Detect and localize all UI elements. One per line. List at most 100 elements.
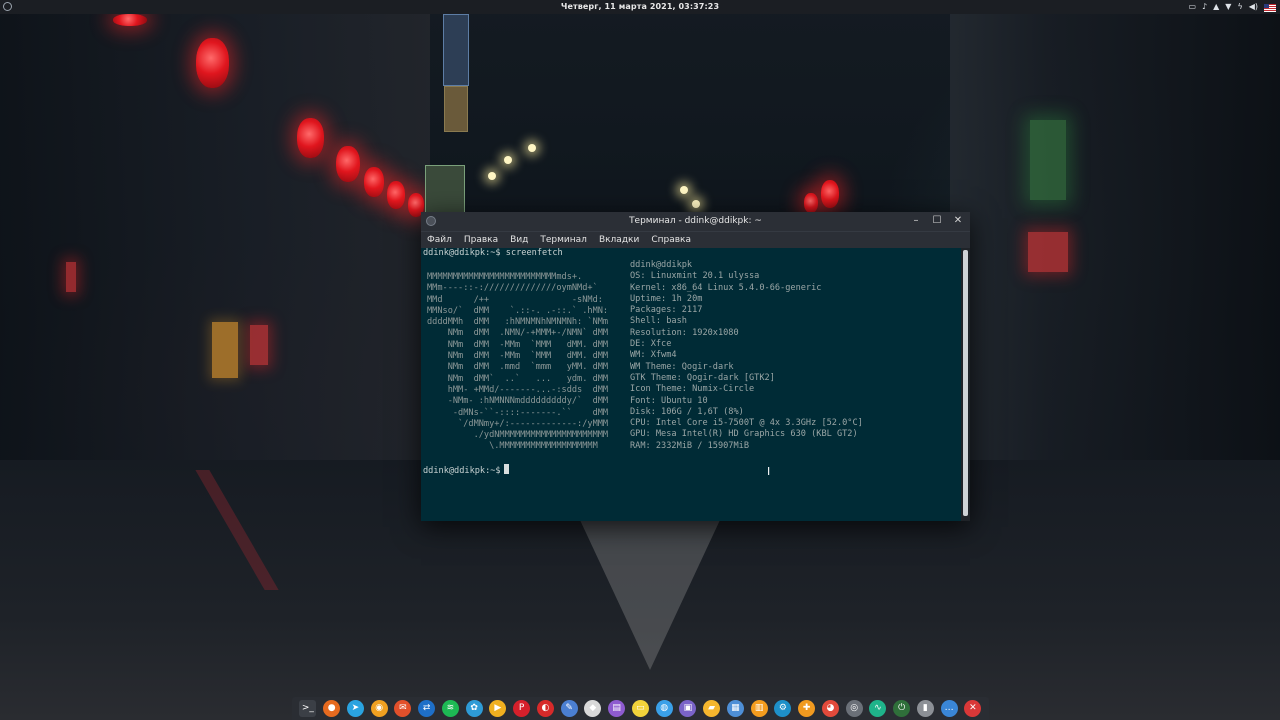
notification-icon[interactable]: ▲: [1213, 1, 1219, 13]
display-icon[interactable]: ▭: [1188, 1, 1196, 13]
street-light: [680, 186, 688, 194]
settings-icon[interactable]: ⚙: [774, 700, 792, 717]
logo-line: NMm dMM` ..` ... ydm. dMM: [427, 373, 609, 384]
logo-line: ./ydNMMMMMMMMMMMMMMMMMMMMM: [427, 430, 609, 441]
trash-icon[interactable]: ▮: [916, 700, 934, 717]
info-label: Shell:: [630, 316, 667, 327]
power-icon[interactable]: ⏻: [893, 700, 911, 717]
menu-file[interactable]: Файл: [421, 232, 458, 248]
lantern: [387, 181, 405, 209]
spotify-icon[interactable]: ≋: [441, 700, 459, 717]
info-label: DE:: [630, 339, 651, 350]
screenfetch-logo: MMMMMMMMMMMMMMMMMMMMMMMMMmds+. MMm----::-…: [427, 272, 608, 453]
panel-clock[interactable]: Четверг, 11 марта 2021, 03:37:23: [0, 2, 1280, 11]
maximize-icon[interactable]: ☐: [931, 214, 943, 228]
bell-icon[interactable]: ♪: [1202, 1, 1207, 13]
info-row: RAM: 2332MiB / 15907MiB: [630, 441, 863, 452]
record-icon[interactable]: ◐: [536, 700, 554, 717]
neon-light: [250, 325, 268, 365]
terminal-titlebar[interactable]: Терминал - ddink@ddikpk: ~ – ☐ ✕: [421, 212, 970, 231]
street-light: [504, 156, 512, 164]
info-label: OS:: [630, 271, 651, 282]
info-value: 1h 20m: [671, 293, 703, 304]
minimize-icon[interactable]: –: [910, 214, 922, 228]
info-value: Linuxmint 20.1 ulyssa: [650, 271, 760, 282]
monitor-icon[interactable]: ∿: [869, 700, 887, 717]
firefox-icon[interactable]: ●: [323, 700, 341, 717]
info-row: DE: Xfce: [630, 339, 863, 350]
lit-window: [212, 322, 238, 378]
menu-edit[interactable]: Правка: [458, 232, 504, 248]
menu-terminal[interactable]: Терминал: [534, 232, 593, 248]
info-label: Disk:: [630, 406, 662, 417]
files-icon[interactable]: ▥: [750, 700, 768, 717]
wallpaper-road-arrow: [580, 520, 720, 670]
menu-help[interactable]: Справка: [645, 232, 697, 248]
info-label: Packages:: [630, 305, 682, 316]
tools-icon[interactable]: ✚: [798, 700, 816, 717]
terminal-scrollbar[interactable]: [961, 248, 970, 521]
archive-icon[interactable]: ▣: [679, 700, 697, 717]
pinterest-icon[interactable]: P: [513, 700, 531, 717]
info-label: Kernel:: [630, 282, 672, 293]
pen-icon[interactable]: ✎: [560, 700, 578, 717]
notes-icon[interactable]: ▭: [631, 700, 649, 717]
menu-view[interactable]: Вид: [504, 232, 534, 248]
lantern: [297, 118, 324, 158]
mail-icon[interactable]: ✉: [394, 700, 412, 717]
info-value: Xfce: [650, 339, 672, 350]
terminal-icon[interactable]: >_: [299, 700, 317, 717]
info-row: Icon Theme: Numix-Circle: [630, 384, 863, 395]
menu-tabs[interactable]: Вкладки: [593, 232, 645, 248]
folder-icon[interactable]: ▰: [703, 700, 721, 717]
logo-line: NMm dMM .NMN/-+MMM+-/NMN` dMM: [427, 328, 609, 339]
info-label: WM:: [630, 350, 651, 361]
info-label: GTK Theme:: [630, 372, 687, 383]
neon-light: [1028, 232, 1068, 272]
chat-icon[interactable]: …: [940, 700, 958, 717]
calendar-icon[interactable]: ▦: [726, 700, 744, 717]
media-player-icon[interactable]: ▶: [489, 700, 507, 717]
userhost: ddink@ddikpk: [630, 260, 693, 270]
street-light: [528, 144, 536, 152]
power-icon[interactable]: ϟ: [1237, 1, 1242, 13]
info-value: 2332MiB / 15907MiB: [655, 440, 750, 451]
app-orange-icon[interactable]: ◉: [370, 700, 388, 717]
telegram-icon[interactable]: ➤: [346, 700, 364, 717]
info-row: Font: Ubuntu 10: [630, 396, 863, 407]
eraser-icon[interactable]: ◆: [584, 700, 602, 717]
info-value: Numix-Circle: [692, 384, 755, 395]
info-label: Font:: [630, 395, 662, 406]
color-picker-icon[interactable]: ◕: [821, 700, 839, 717]
info-value: 106G / 1,6T (8%): [661, 406, 744, 417]
prompt-line[interactable]: ddink@ddikpk:~$: [423, 464, 509, 477]
globe-icon[interactable]: ◍: [655, 700, 673, 717]
close-icon[interactable]: ✕: [952, 214, 964, 228]
pinwheel-icon[interactable]: ✿: [465, 700, 483, 717]
wifi-icon[interactable]: ▼: [1225, 1, 1231, 13]
disk-icon[interactable]: ◎: [845, 700, 863, 717]
info-row: CPU: Intel Core i5-7500T @ 4x 3.3GHz [52…: [630, 418, 863, 429]
mouse-ibeam-cursor: I: [767, 465, 771, 478]
info-row: WM: Xfwm4: [630, 350, 863, 361]
terminal-window[interactable]: Терминал - ddink@ddikpk: ~ – ☐ ✕ Файл Пр…: [421, 212, 970, 521]
logo-line: MMm----::-://////////////oymNMd+`: [427, 283, 598, 294]
exit-icon[interactable]: ✕: [964, 700, 982, 717]
logo-line: NMm dMM -MMm `MMM dMM. dMM: [427, 351, 609, 362]
logo-line: ddddMMh dMM :hNMNMNhNMNMNh: `NMm: [427, 317, 609, 328]
sync-icon[interactable]: ⇄: [418, 700, 436, 717]
volume-icon[interactable]: ◀): [1249, 1, 1258, 13]
terminal-menubar: Файл Правка Вид Терминал Вкладки Справка: [421, 231, 970, 248]
dock: >_ ● ➤ ◉ ✉ ⇄ ≋ ✿ ▶ P ◐ ✎ ◆ ▤ ▭ ◍ ▣ ▰ ▦ ▥ ⚙ ✚ ◕ ◎ ∿ ⏻ ▮ … ✕: [292, 697, 989, 720]
lantern: [804, 193, 818, 213]
flag-us-icon[interactable]: [1264, 4, 1276, 12]
scrollbar-thumb[interactable]: [963, 250, 968, 516]
terminal-output[interactable]: ddink@ddikpk:~$ screenfetch MMMMMMMMMMMM…: [421, 248, 961, 521]
logo-line: MMMMMMMMMMMMMMMMMMMMMMMMMmds+.: [427, 272, 583, 282]
lantern: [336, 146, 360, 182]
window-controls: – ☐ ✕: [910, 214, 964, 228]
wallpaper-right-building: [950, 0, 1280, 500]
logo-line: MMNso/` dMM `.::-. .-::.` .hMN:: [427, 305, 609, 316]
document-icon[interactable]: ▤: [608, 700, 626, 717]
logo-line: -dMNs-``-::::-------.`` dMM: [427, 407, 609, 418]
